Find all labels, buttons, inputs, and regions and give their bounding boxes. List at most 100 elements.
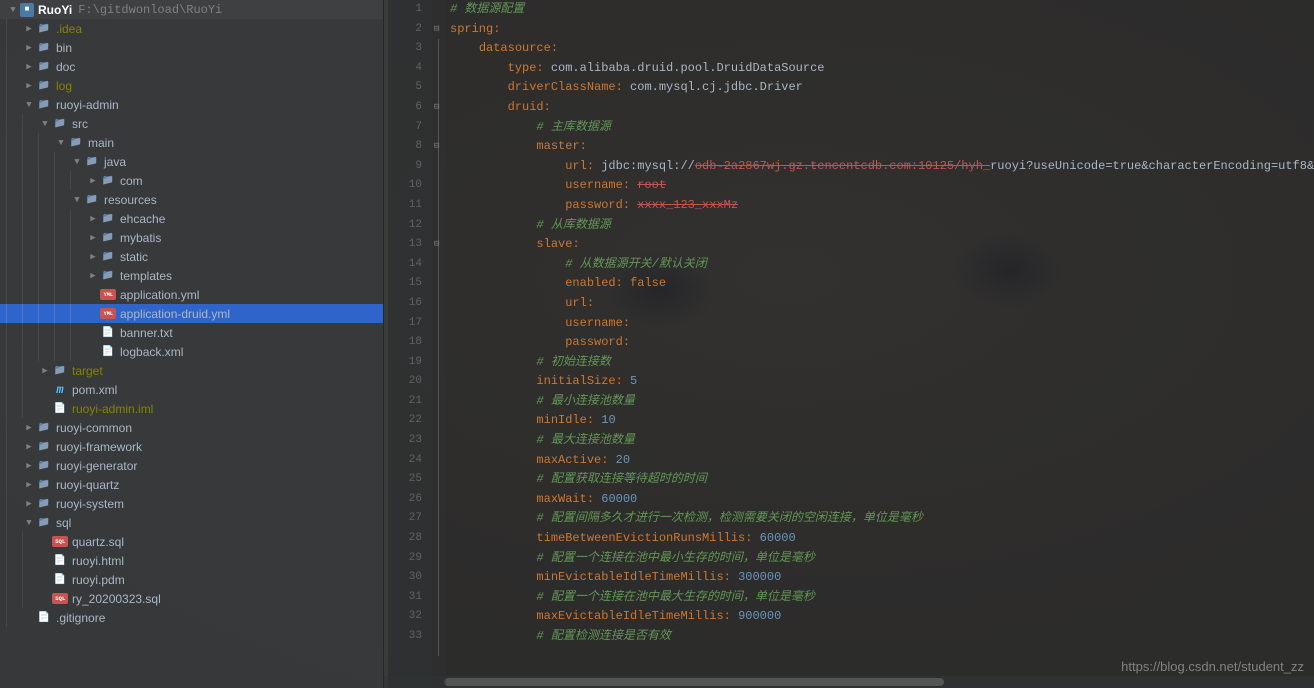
tree-file-pom-xml[interactable]: pom.xml xyxy=(0,380,383,399)
tree-file-banner-txt[interactable]: banner.txt xyxy=(0,323,383,342)
tree-file-logback-xml[interactable]: logback.xml xyxy=(0,342,383,361)
folder-icon xyxy=(84,154,100,170)
folder-icon xyxy=(100,230,116,246)
folder-icon xyxy=(36,439,52,455)
folder-icon xyxy=(52,116,68,132)
sql-file-icon xyxy=(52,593,68,604)
tree-module-ruoyi-admin[interactable]: ruoyi-admin xyxy=(0,95,383,114)
code-fold-gutter[interactable]: ⊟ ⊟ ⊟ ⊟ xyxy=(432,0,446,688)
chevron-right-icon[interactable] xyxy=(86,252,100,262)
chevron-down-icon[interactable] xyxy=(38,119,52,129)
chevron-right-icon[interactable] xyxy=(86,214,100,224)
folder-icon xyxy=(36,477,52,493)
ide-root: ■ RuoYi F:\gitdwonload\RuoYi .idea bin d… xyxy=(0,0,1314,688)
fold-minus-icon[interactable]: ⊟ xyxy=(434,20,439,40)
chevron-right-icon[interactable] xyxy=(22,43,36,53)
tree-folder-resources[interactable]: resources xyxy=(0,190,383,209)
folder-icon xyxy=(36,496,52,512)
chevron-right-icon[interactable] xyxy=(86,176,100,186)
chevron-down-icon[interactable] xyxy=(70,157,84,167)
project-name: RuoYi xyxy=(38,3,72,17)
iml-file-icon xyxy=(52,401,68,417)
tree-folder-main[interactable]: main xyxy=(0,133,383,152)
tree-folder-src[interactable]: src xyxy=(0,114,383,133)
fold-minus-icon[interactable]: ⊟ xyxy=(434,98,439,118)
chevron-right-icon[interactable] xyxy=(22,461,36,471)
code-text-area[interactable]: # 数据源配置 spring: datasource: type: com.al… xyxy=(446,0,1314,688)
tree-file-application-yml[interactable]: application.yml xyxy=(0,285,383,304)
folder-icon xyxy=(100,173,116,189)
folder-icon xyxy=(36,78,52,94)
fold-minus-icon[interactable]: ⊟ xyxy=(434,235,439,255)
tree-module-ruoyi-common[interactable]: ruoyi-common xyxy=(0,418,383,437)
maven-icon xyxy=(52,382,68,398)
project-path: F:\gitdwonload\RuoYi xyxy=(78,3,222,17)
tree-folder-doc[interactable]: doc xyxy=(0,57,383,76)
chevron-right-icon[interactable] xyxy=(86,233,100,243)
chevron-right-icon[interactable] xyxy=(22,24,36,34)
folder-icon xyxy=(68,135,84,151)
chevron-right-icon[interactable] xyxy=(22,480,36,490)
folder-icon xyxy=(36,59,52,75)
chevron-right-icon[interactable] xyxy=(22,442,36,452)
tree-folder-target[interactable]: target xyxy=(0,361,383,380)
tree-folder-bin[interactable]: bin xyxy=(0,38,383,57)
folder-icon xyxy=(36,458,52,474)
tree-file-ruoyi-pdm[interactable]: ruoyi.pdm xyxy=(0,570,383,589)
tree-project-root[interactable]: ■ RuoYi F:\gitdwonload\RuoYi xyxy=(0,0,383,19)
folder-icon xyxy=(36,515,52,531)
tree-file-ruoyi-admin-iml[interactable]: ruoyi-admin.iml xyxy=(0,399,383,418)
line-number-gutter[interactable] xyxy=(388,0,432,688)
folder-icon xyxy=(36,97,52,113)
tree-file-ruoyi-html[interactable]: ruoyi.html xyxy=(0,551,383,570)
tree-folder-ehcache[interactable]: ehcache xyxy=(0,209,383,228)
tree-package-com[interactable]: com xyxy=(0,171,383,190)
vertical-scrollbar[interactable] xyxy=(1300,0,1314,672)
yml-icon xyxy=(100,308,116,319)
text-file-icon xyxy=(100,325,116,341)
code-editor[interactable]: ⊟ ⊟ ⊟ ⊟ # 数据源配置 spring: datasource: type… xyxy=(388,0,1314,688)
chevron-down-icon[interactable] xyxy=(6,5,20,15)
chevron-right-icon[interactable] xyxy=(22,62,36,72)
tree-folder-sql[interactable]: sql xyxy=(0,513,383,532)
folder-icon xyxy=(100,211,116,227)
tree-folder-templates[interactable]: templates xyxy=(0,266,383,285)
tree-folder-java[interactable]: java xyxy=(0,152,383,171)
chevron-down-icon[interactable] xyxy=(70,195,84,205)
yml-icon xyxy=(100,289,116,300)
html-file-icon xyxy=(52,553,68,569)
project-tree-panel[interactable]: ■ RuoYi F:\gitdwonload\RuoYi .idea bin d… xyxy=(0,0,384,688)
chevron-right-icon[interactable] xyxy=(22,499,36,509)
folder-icon xyxy=(36,21,52,37)
tree-module-ruoyi-generator[interactable]: ruoyi-generator xyxy=(0,456,383,475)
folder-icon xyxy=(52,363,68,379)
tree-folder-log[interactable]: log xyxy=(0,76,383,95)
tree-file-quartz-sql[interactable]: quartz.sql xyxy=(0,532,383,551)
tree-file-ry-sql[interactable]: ry_20200323.sql xyxy=(0,589,383,608)
chevron-down-icon[interactable] xyxy=(54,138,68,148)
tree-module-ruoyi-system[interactable]: ruoyi-system xyxy=(0,494,383,513)
folder-icon xyxy=(36,420,52,436)
tree-module-ruoyi-framework[interactable]: ruoyi-framework xyxy=(0,437,383,456)
folder-icon xyxy=(36,40,52,56)
chevron-right-icon[interactable] xyxy=(38,366,52,376)
tree-file-application-druid-yml[interactable]: application-druid.yml xyxy=(0,304,383,323)
tree-module-ruoyi-quartz[interactable]: ruoyi-quartz xyxy=(0,475,383,494)
tree-file-gitignore[interactable]: .gitignore xyxy=(0,608,383,627)
file-icon xyxy=(52,572,68,588)
fold-minus-icon[interactable]: ⊟ xyxy=(434,137,439,157)
chevron-right-icon[interactable] xyxy=(86,271,100,281)
tree-folder-static[interactable]: static xyxy=(0,247,383,266)
sql-file-icon xyxy=(52,536,68,547)
chevron-down-icon[interactable] xyxy=(22,518,36,528)
chevron-right-icon[interactable] xyxy=(22,423,36,433)
folder-icon xyxy=(100,268,116,284)
watermark-text: https://blog.csdn.net/student_zz xyxy=(1121,659,1304,674)
tree-folder-mybatis[interactable]: mybatis xyxy=(0,228,383,247)
chevron-right-icon[interactable] xyxy=(22,81,36,91)
folder-icon xyxy=(84,192,100,208)
tree-folder-idea[interactable]: .idea xyxy=(0,19,383,38)
module-icon: ■ xyxy=(20,3,34,17)
folder-icon xyxy=(100,249,116,265)
chevron-down-icon[interactable] xyxy=(22,100,36,110)
